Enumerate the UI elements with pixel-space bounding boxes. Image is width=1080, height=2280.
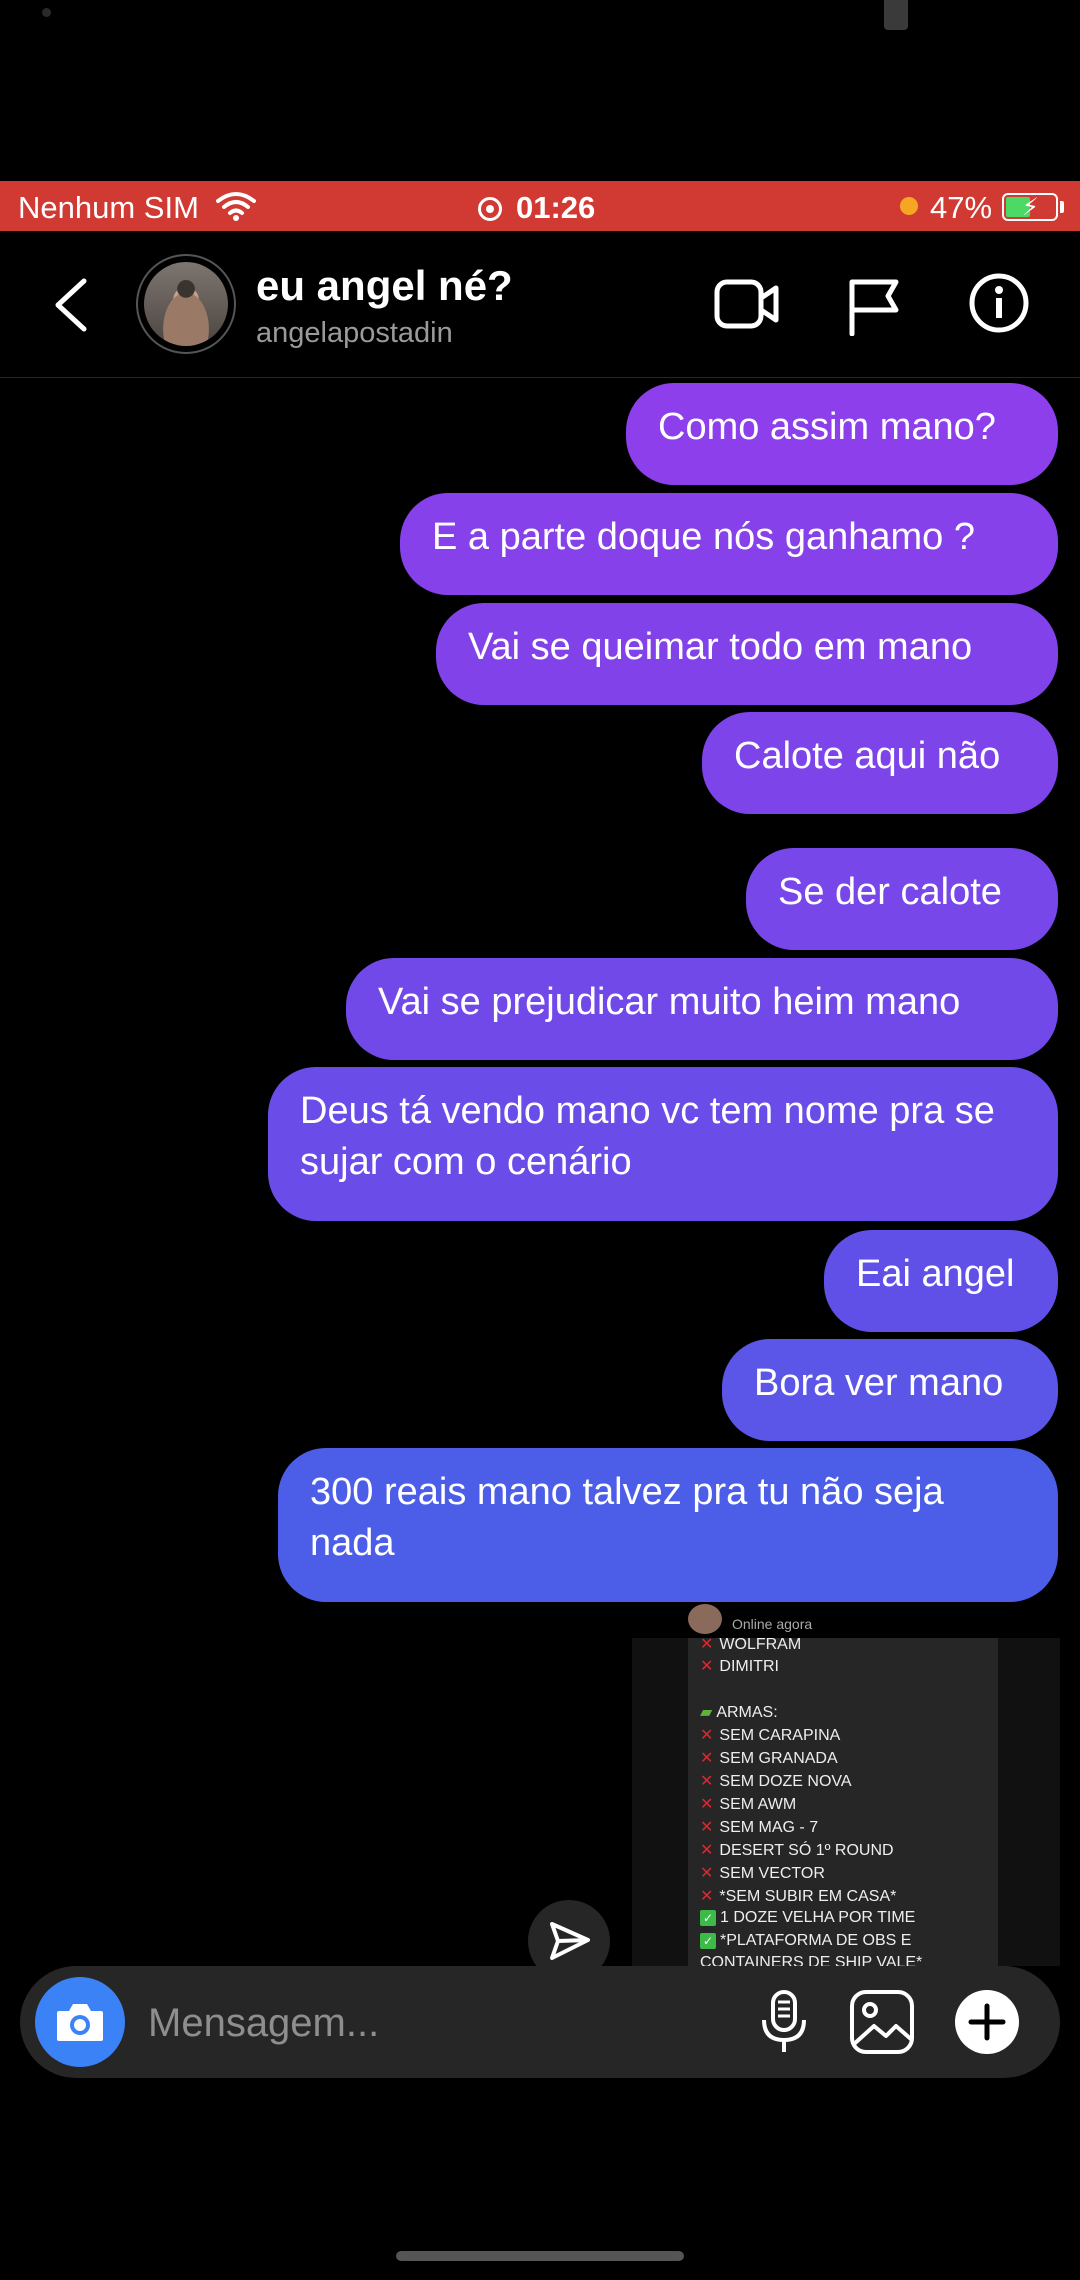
x-mark-icon: ✕ <box>700 1727 714 1744</box>
gallery-icon[interactable] <box>848 1988 916 2056</box>
back-chevron-icon[interactable] <box>50 277 94 333</box>
front-camera <box>42 8 51 17</box>
camera-button[interactable] <box>35 1977 125 2067</box>
message-bubble[interactable]: E a parte doque nós ganhamo ? <box>400 493 1058 595</box>
microphone-icon[interactable] <box>756 1988 812 2056</box>
add-button[interactable] <box>955 1990 1019 2054</box>
avatar[interactable] <box>136 254 236 354</box>
avatar-photo <box>144 262 228 346</box>
message-bubble[interactable]: Como assim mano? <box>626 383 1058 485</box>
x-mark-icon: ✕ <box>700 1842 714 1859</box>
message-composer <box>20 1966 1060 2078</box>
x-mark-icon: ✕ <box>700 1819 714 1836</box>
check-mark-icon: ✓ <box>700 1933 716 1949</box>
message-bubble[interactable]: Vai se prejudicar muito heim mano <box>346 958 1058 1060</box>
message-bubble[interactable]: Bora ver mano <box>722 1339 1058 1441</box>
message-bubble[interactable]: 300 reais mano talvez pra tu não seja na… <box>278 1448 1058 1602</box>
x-mark-icon: ✕ <box>700 1888 714 1905</box>
message-text: Vai se prejudicar muito heim mano <box>378 981 961 1023</box>
battery-icon: ⚡ <box>1002 193 1058 221</box>
message-bubble[interactable]: Vai se queimar todo em mano <box>436 603 1058 705</box>
report-flag-icon[interactable] <box>846 276 902 336</box>
message-text: E a parte doque nós ganhamo ? <box>432 516 975 558</box>
camera-icon <box>57 2004 103 2041</box>
screenshot-status: Online agora <box>732 1616 813 1632</box>
x-mark-icon: ✕ <box>700 1658 714 1675</box>
carrier-label: Nenhum SIM <box>18 190 199 225</box>
screenshot-message: ✕ WOLFRAM ✕ DIMITRI ▰ ARMAS: ✕ SEM CARAPINA … <box>688 1636 998 1966</box>
message-bubble[interactable]: Deus tá vendo mano vc tem nome pra se su… <box>268 1067 1058 1221</box>
message-bubble[interactable]: Se der calote <box>746 848 1058 950</box>
mic-indicator-dot <box>900 197 918 215</box>
chat-header: eu angel né? angelapostadin <box>0 232 1080 378</box>
x-mark-icon: ✕ <box>700 1773 714 1790</box>
check-mark-icon: ✓ <box>700 1910 716 1926</box>
message-text: Bora ver mano <box>754 1362 1004 1404</box>
plus-icon <box>968 2003 1006 2041</box>
wifi-icon <box>216 192 256 221</box>
message-text: Se der calote <box>778 871 1002 913</box>
contact-name[interactable]: eu angel né? <box>256 262 513 310</box>
contact-username[interactable]: angelapostadin <box>256 317 453 350</box>
x-mark-icon: ✕ <box>700 1750 714 1767</box>
info-icon[interactable] <box>968 272 1030 334</box>
x-mark-icon: ✕ <box>700 1636 714 1653</box>
message-bubble[interactable]: Eai angel <box>824 1230 1058 1332</box>
message-text: Deus tá vendo mano vc tem nome pra se su… <box>300 1090 995 1183</box>
x-mark-icon: ✕ <box>700 1865 714 1882</box>
message-bubble[interactable]: Calote aqui não <box>702 712 1058 814</box>
sensor-notch <box>884 0 908 30</box>
battery-tip <box>1060 201 1064 213</box>
message-text: Vai se queimar todo em mano <box>468 626 973 668</box>
message-text: Eai angel <box>856 1253 1015 1295</box>
status-bar: Nenhum SIM 01:26 47% ⚡ <box>0 181 1080 231</box>
video-call-icon[interactable] <box>714 276 780 332</box>
x-mark-icon: ✕ <box>700 1796 714 1813</box>
message-text: Calote aqui não <box>734 735 1001 777</box>
message-text: Como assim mano? <box>658 406 996 448</box>
battery-percent: 47% <box>930 190 993 225</box>
screenshot-avatar <box>688 1604 722 1634</box>
screenshot-header: Online agora <box>632 1604 1060 1638</box>
gun-icon: ▰ <box>700 1704 713 1721</box>
message-input[interactable] <box>146 1992 750 2054</box>
home-indicator[interactable] <box>396 2251 684 2261</box>
message-text: 300 reais mano talvez pra tu não seja na… <box>310 1471 944 1564</box>
shared-screenshot[interactable]: Online agora ✕ WOLFRAM ✕ DIMITRI ▰ ARMAS: ✕… <box>632 1604 1060 1966</box>
screen-record-icon <box>478 197 502 221</box>
clock: 01:26 <box>516 190 596 225</box>
